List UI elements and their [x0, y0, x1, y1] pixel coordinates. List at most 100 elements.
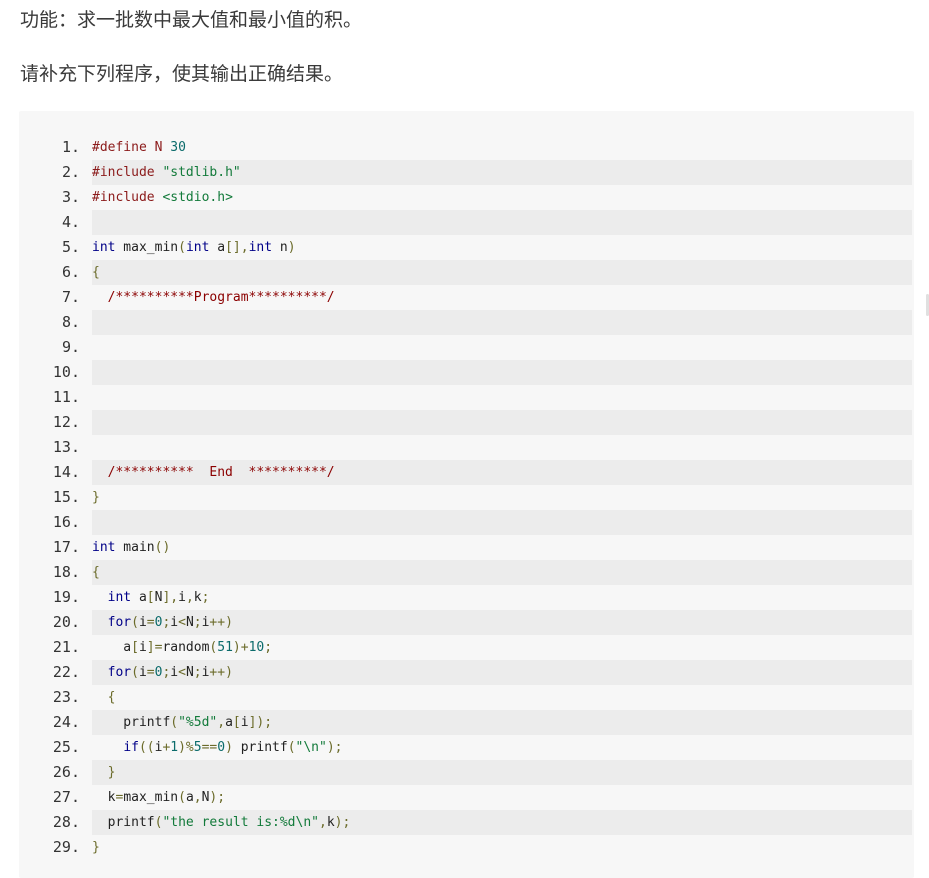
code-text: a[i]=random(51)+10;	[92, 635, 912, 660]
code-token: }	[92, 765, 116, 780]
code-line: 29.}	[19, 835, 914, 860]
code-token: random	[162, 640, 210, 655]
line-number: 15.	[52, 488, 80, 506]
code-token: a	[185, 790, 194, 805]
code-token: k	[92, 790, 116, 805]
code-text: int a[N],i,k;	[92, 585, 912, 610]
line-number: 26.	[52, 763, 80, 781]
code-token: )	[225, 740, 241, 755]
code-line: 25. if((i+1)%5==0) printf("\n");	[19, 735, 914, 760]
code-token: 0	[217, 740, 226, 755]
code-text: }	[92, 760, 912, 785]
code-line: 22. for(i=0;i<N;i++)	[19, 660, 914, 685]
code-token: i	[170, 665, 179, 680]
code-text: if((i+1)%5==0) printf("\n");	[92, 735, 912, 760]
code-token: )%	[178, 740, 194, 755]
code-line: 8.	[19, 310, 914, 335]
code-token: if	[123, 740, 139, 755]
code-line: 23. {	[19, 685, 914, 710]
code-text: #include "stdlib.h"	[92, 160, 912, 185]
code-text: printf("the result is:%d\n",k);	[92, 810, 912, 835]
code-token: 51	[217, 640, 233, 655]
code-token: i	[138, 640, 147, 655]
line-number: 12.	[52, 413, 80, 431]
line-number: 4.	[61, 213, 80, 231]
code-token: );	[334, 815, 351, 830]
code-line: 20. for(i=0;i<N;i++)	[19, 610, 914, 635]
code-token: (	[287, 740, 296, 755]
code-token: "%5d"	[178, 715, 218, 730]
code-block: 1. #define N 30 2. #include "stdlib.h" 3. #in…	[19, 111, 914, 878]
code-token: printf	[92, 715, 171, 730]
code-token: a	[209, 240, 226, 255]
code-token: i	[138, 615, 147, 630]
line-number: 21.	[52, 638, 80, 656]
code-token: printf	[240, 740, 288, 755]
code-token: <	[178, 615, 186, 630]
code-text	[92, 310, 912, 335]
code-token: (	[131, 615, 139, 630]
code-line: 2. #include "stdlib.h"	[19, 160, 914, 185]
code-token: ,	[319, 815, 327, 830]
line-number: 14.	[52, 463, 80, 481]
code-text	[92, 210, 912, 235]
code-token: int	[185, 240, 210, 255]
code-text: printf("%5d",a[i]);	[92, 710, 912, 735]
code-token: ((	[138, 740, 155, 755]
code-token: /**********Program**********/	[92, 290, 335, 305]
code-token: ()	[154, 540, 171, 555]
code-line: 5. int max_min(int a[],int n)	[19, 235, 914, 260]
line-number: 8.	[61, 313, 80, 331]
line-number: 25.	[52, 738, 80, 756]
code-token: [	[146, 590, 155, 605]
line-number: 11.	[52, 388, 80, 406]
code-token: (	[131, 665, 139, 680]
code-text	[92, 410, 912, 435]
code-line: 19. int a[N],i,k;	[19, 585, 914, 610]
code-token: int	[107, 590, 132, 605]
code-token: n	[272, 240, 288, 255]
code-token: ,	[217, 715, 226, 730]
code-text: int main()	[92, 535, 912, 560]
code-token: );	[326, 740, 343, 755]
code-line: 27. k=max_min(a,N);	[19, 785, 914, 810]
code-token: ==	[201, 740, 218, 755]
code-token: {	[92, 690, 116, 705]
code-token: a	[225, 715, 233, 730]
code-text: {	[92, 560, 912, 585]
line-number: 10.	[52, 363, 80, 381]
code-token: k	[193, 590, 202, 605]
code-line: 28. printf("the result is:%d\n",k);	[19, 810, 914, 835]
line-number: 22.	[52, 663, 80, 681]
code-token: k	[326, 815, 335, 830]
code-line: 1. #define N 30	[19, 135, 914, 160]
code-token: "stdlib.h"	[162, 165, 241, 180]
code-token: #define N	[92, 140, 171, 155]
code-token: i	[178, 590, 186, 605]
code-line: 15.}	[19, 485, 914, 510]
line-number: 16.	[52, 513, 80, 531]
code-token: ,	[185, 590, 194, 605]
code-token: ;	[193, 665, 202, 680]
code-text: #include <stdio.h>	[92, 185, 912, 210]
code-token: i	[138, 665, 147, 680]
code-lines: 1. #define N 30 2. #include "stdlib.h" 3. #in…	[19, 135, 914, 860]
code-line: 7. /**********Program**********/	[19, 285, 914, 310]
code-token: ,	[193, 790, 202, 805]
code-token: {	[92, 265, 100, 280]
line-number: 7.	[61, 288, 80, 306]
code-token: )	[287, 240, 296, 255]
code-token: }	[92, 840, 100, 855]
code-token: 30	[170, 140, 186, 155]
code-token: ]=	[146, 640, 163, 655]
code-text: }	[92, 485, 912, 510]
code-token: }	[92, 490, 100, 505]
line-number: 18.	[52, 563, 80, 581]
code-line: 17. int main()	[19, 535, 914, 560]
code-line: 24. printf("%5d",a[i]);	[19, 710, 914, 735]
